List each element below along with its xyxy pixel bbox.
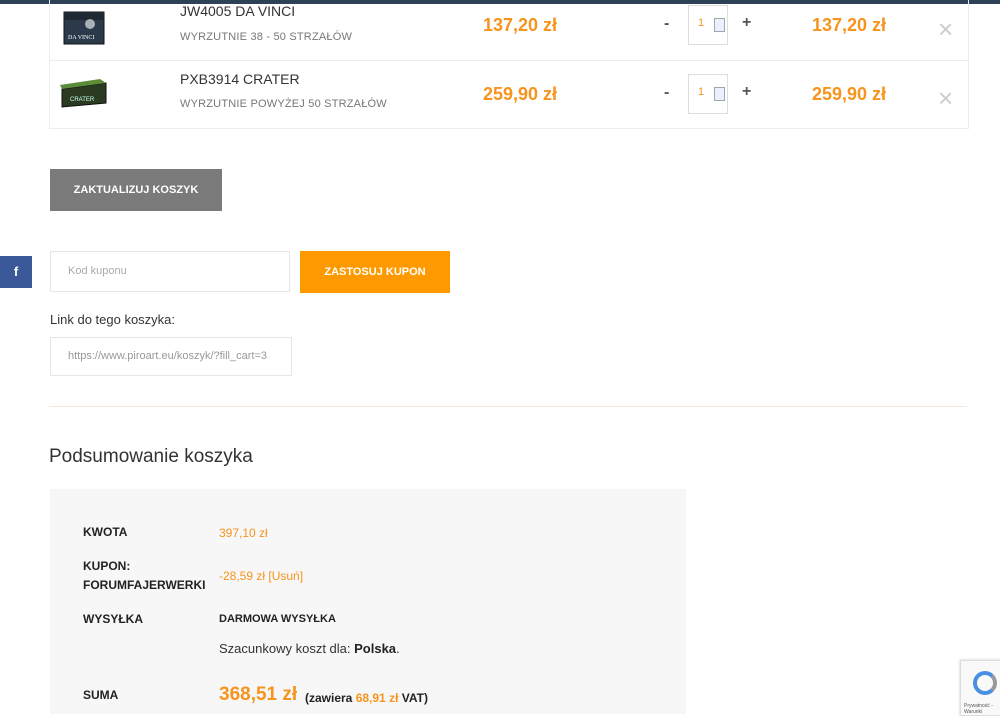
coupon-discount-value[interactable]: -28,59 zł [Usuń] [219,569,303,583]
recaptcha-badge[interactable]: Prywatność - Warunki [960,660,1000,716]
recaptcha-text: Prywatność - Warunki [964,703,993,715]
update-cart-button[interactable]: ZAKTUALIZUJ KOSZYK [50,169,222,211]
qty-decrease-button[interactable]: - [664,15,669,33]
cart-row: DA VINCI JW4005 DA VINCI WYRZUTNIE 38 - … [50,0,968,58]
qty-increase-button[interactable]: + [742,83,751,101]
product-price: 137,20 zł [483,15,558,35]
vat-amount: 68,91 zł [355,691,399,705]
remove-item-icon[interactable]: × [938,16,953,42]
product-category: WYRZUTNIE 38 - 50 STRZAŁÓW [180,31,353,43]
coupon-code-input[interactable]: Kod kuponu [50,251,290,292]
apply-coupon-button[interactable]: ZASTOSUJ KUPON [300,251,450,293]
cart-link-label: Link do tego koszyka: [50,312,176,327]
quantity-stepper[interactable]: 1 [688,74,728,114]
svg-text:CRATER: CRATER [70,97,95,103]
svg-text:DA VINCI: DA VINCI [68,35,94,41]
subtotal-label: KWOTA [83,525,128,539]
shipping-estimate: Szacunkowy koszt dla: Polska. [219,641,400,656]
subtotal-value: 397,10 zł [219,526,268,540]
remove-item-icon[interactable]: × [938,85,953,111]
quantity-value: 1 [698,86,705,98]
cart-summary-panel: KWOTA 397,10 zł KUPON: FORUMFAJERWERKI -… [50,489,686,714]
cart-row: CRATER PXB3914 CRATER WYRZUTNIE POWYŻEJ … [50,60,968,125]
estimate-end: . [396,641,400,656]
product-thumbnail[interactable]: CRATER [60,73,110,113]
cart-table: DA VINCI JW4005 DA VINCI WYRZUTNIE 38 - … [49,0,969,129]
product-price: 259,90 zł [483,84,558,104]
facebook-icon[interactable]: f [0,256,32,288]
recaptcha-icon [973,671,997,695]
spinner-arrows-icon[interactable] [714,87,725,101]
estimate-text: Szacunkowy koszt dla: [219,641,355,656]
quantity-stepper[interactable]: 1 [688,5,728,45]
product-name[interactable]: JW4005 DA VINCI [180,3,295,19]
divider [49,406,967,407]
spinner-arrows-icon[interactable] [714,18,725,32]
estimate-country: Polska [354,641,397,656]
line-total: 137,20 zł [812,15,887,35]
qty-increase-button[interactable]: + [742,14,751,32]
shipping-value: DARMOWA WYSYŁKA [219,613,336,625]
coupon-code-label: FORUMFAJERWERKI [83,578,206,592]
vat-info: (zawiera 68,91 zł VAT) [305,691,428,705]
shipping-label: WYSYŁKA [83,612,143,626]
quantity-value: 1 [698,17,705,29]
vat-post: VAT) [398,691,428,705]
coupon-label: KUPON: [83,559,131,573]
total-label: SUMA [83,688,119,702]
product-category: WYRZUTNIE POWYŻEJ 50 STRZAŁÓW [180,98,387,110]
qty-decrease-button[interactable]: - [664,84,669,102]
product-name[interactable]: PXB3914 CRATER [180,71,300,87]
line-total: 259,90 zł [812,84,887,104]
total-value: 368,51 zł [219,684,298,705]
cart-link-field[interactable]: https://www.piroart.eu/koszyk/?fill_cart… [50,337,292,376]
product-thumbnail[interactable]: DA VINCI [60,8,110,48]
vat-pre: (zawiera [305,691,356,705]
summary-title: Podsumowanie koszyka [49,446,253,467]
